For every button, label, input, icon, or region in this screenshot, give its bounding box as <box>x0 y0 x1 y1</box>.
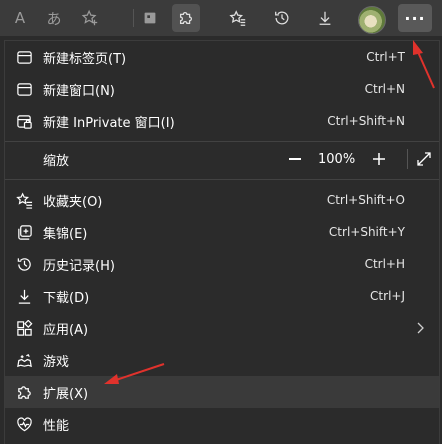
new-window-label: 新建窗口(N) <box>43 83 115 99</box>
menu-item-games[interactable]: 游戏 <box>5 344 439 376</box>
history-shortcut: Ctrl+H <box>364 257 405 271</box>
zoom-divider <box>407 149 408 169</box>
favorites-toolbar-button[interactable] <box>224 4 252 32</box>
menu-item-history[interactable]: 历史记录(H) Ctrl+H <box>5 248 439 280</box>
menu-item-new-inprivate[interactable]: 新建 InPrivate 窗口(I) Ctrl+Shift+N <box>5 105 439 137</box>
reading-view-button[interactable] <box>136 4 164 32</box>
zoom-out-button[interactable] <box>281 143 309 175</box>
add-favorite-button[interactable] <box>76 4 104 32</box>
favorites-icon <box>229 10 246 26</box>
favorites-icon <box>15 191 33 209</box>
apps-icon <box>15 319 33 337</box>
menu-divider <box>5 179 439 180</box>
history-icon <box>15 255 33 273</box>
menu-item-collections[interactable]: 集锦(E) Ctrl+Shift+Y <box>5 216 439 248</box>
performance-label: 性能 <box>43 418 70 434</box>
apps-label: 应用(A) <box>43 322 89 338</box>
settings-menu: 新建标签页(T) Ctrl+T 新建窗口(N) Ctrl+N 新建 InPriv… <box>4 40 440 444</box>
new-window-shortcut: Ctrl+N <box>364 82 405 96</box>
fullscreen-icon <box>417 152 431 166</box>
download-icon <box>319 11 331 25</box>
menu-divider <box>5 141 439 142</box>
menu-item-new-tab[interactable]: 新建标签页(T) Ctrl+T <box>5 41 439 73</box>
menu-item-favorites[interactable]: 收藏夹(O) Ctrl+Shift+O <box>5 184 439 216</box>
history-label: 历史记录(H) <box>43 258 115 274</box>
games-label: 游戏 <box>43 354 70 370</box>
browser-toolbar: A あ ··· <box>0 0 442 36</box>
puzzle-icon <box>179 11 193 25</box>
menu-item-new-window[interactable]: 新建窗口(N) Ctrl+N <box>5 73 439 105</box>
reading-view-icon <box>144 12 156 24</box>
settings-and-more-button[interactable]: ··· <box>398 4 432 32</box>
menu-item-extensions[interactable]: 扩展(X) <box>5 376 439 408</box>
history-toolbar-button[interactable] <box>268 4 296 32</box>
menu-item-apps[interactable]: 应用(A) <box>5 312 439 344</box>
new-tab-icon <box>15 48 33 66</box>
menu-item-downloads[interactable]: 下载(D) Ctrl+J <box>5 280 439 312</box>
extensions-toolbar-button[interactable] <box>172 4 200 32</box>
translate-button[interactable]: あ <box>40 4 68 32</box>
new-window-icon <box>15 80 33 98</box>
collections-icon <box>15 223 33 241</box>
puzzle-icon <box>15 383 33 401</box>
collections-label: 集锦(E) <box>43 226 88 242</box>
heartbeat-icon <box>15 415 33 433</box>
minus-icon <box>289 158 301 160</box>
inprivate-icon <box>15 112 33 130</box>
profile-avatar[interactable] <box>358 6 386 34</box>
zoom-label: 缩放 <box>43 153 70 169</box>
collections-shortcut: Ctrl+Shift+Y <box>328 225 405 239</box>
zoom-in-button[interactable] <box>365 143 393 175</box>
fullscreen-button[interactable] <box>415 150 433 168</box>
extensions-label: 扩展(X) <box>43 386 89 402</box>
new-tab-shortcut: Ctrl+T <box>366 50 405 64</box>
translate-icon: あ <box>46 9 62 28</box>
plus-icon <box>373 153 385 165</box>
read-aloud-button[interactable]: A <box>6 4 34 32</box>
games-icon <box>15 351 33 369</box>
chevron-right-icon <box>417 322 424 334</box>
new-tab-label: 新建标签页(T) <box>43 51 127 67</box>
menu-item-performance[interactable]: 性能 <box>5 408 439 440</box>
downloads-label: 下载(D) <box>43 290 90 306</box>
downloads-shortcut: Ctrl+J <box>370 289 405 303</box>
read-aloud-icon: A <box>14 9 26 27</box>
favorites-shortcut: Ctrl+Shift+O <box>326 193 405 207</box>
new-inprivate-label: 新建 InPrivate 窗口(I) <box>43 115 175 131</box>
toolbar-divider <box>133 9 134 27</box>
new-inprivate-shortcut: Ctrl+Shift+N <box>327 114 405 128</box>
menu-item-zoom: 缩放 100% <box>5 143 439 175</box>
star-plus-icon <box>81 9 98 26</box>
more-icon: ··· <box>404 8 426 28</box>
download-icon <box>15 287 33 305</box>
favorites-label: 收藏夹(O) <box>43 194 103 210</box>
zoom-level: 100% <box>318 151 356 167</box>
history-icon <box>275 11 289 25</box>
downloads-toolbar-button[interactable] <box>311 4 339 32</box>
